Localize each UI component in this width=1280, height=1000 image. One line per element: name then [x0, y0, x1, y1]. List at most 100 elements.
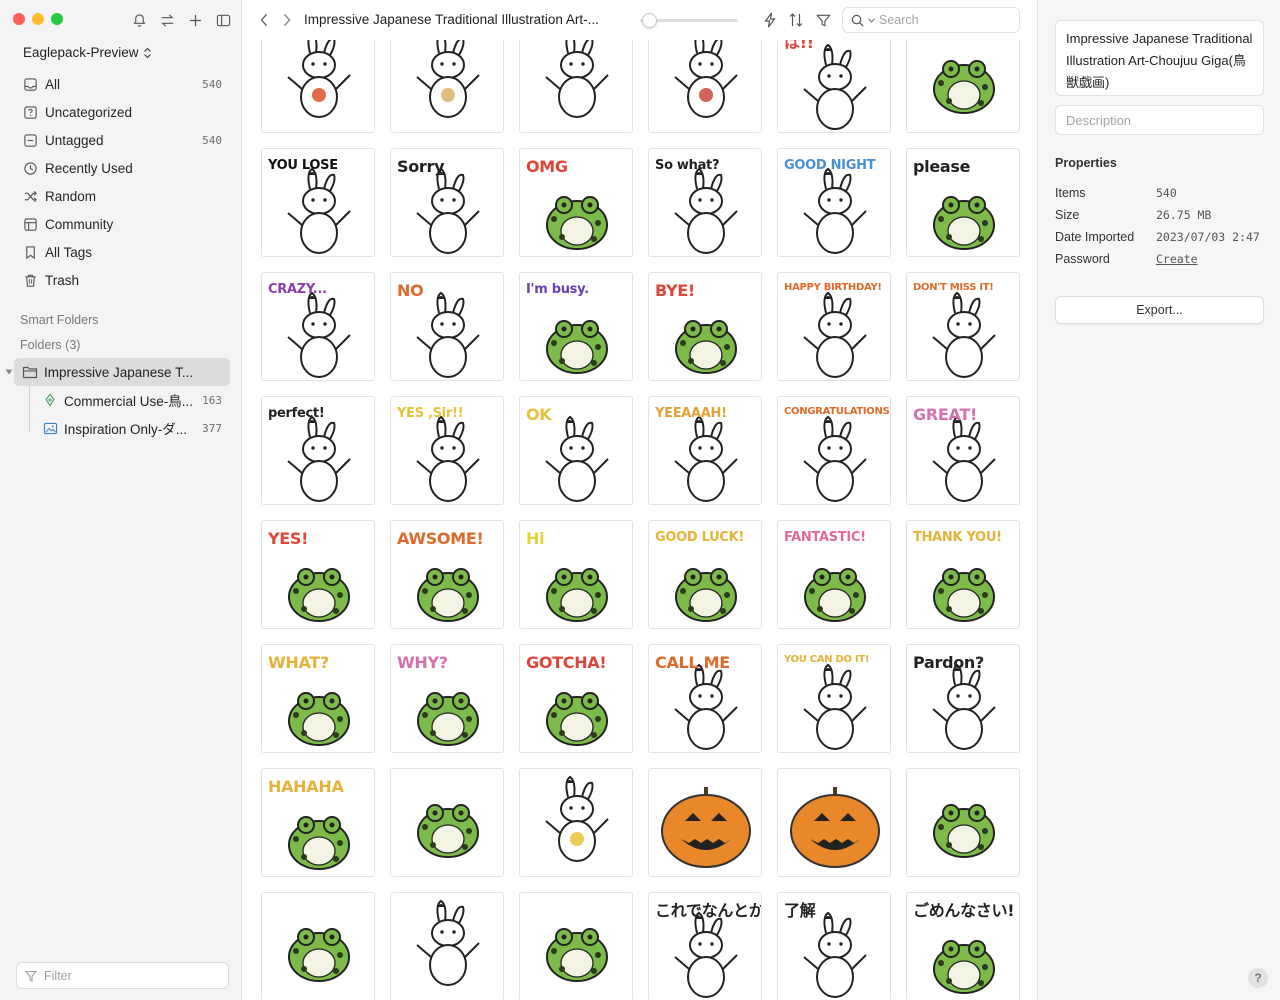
- asset-thumbnail[interactable]: Pardon?: [906, 644, 1020, 753]
- close-window-button[interactable]: [13, 13, 25, 25]
- search-input[interactable]: [879, 13, 999, 27]
- asset-thumbnail[interactable]: GOTCHA!: [519, 644, 633, 753]
- asset-thumbnail[interactable]: [648, 768, 762, 877]
- asset-thumbnail[interactable]: [519, 40, 633, 133]
- sidebar-item-recently-used[interactable]: Recently Used: [14, 154, 230, 182]
- asset-thumbnail[interactable]: は!!: [777, 40, 891, 133]
- disclosure-triangle-icon[interactable]: [5, 368, 13, 376]
- asset-thumbnail[interactable]: [519, 892, 633, 1000]
- asset-thumbnail[interactable]: YEEAAAH!: [648, 396, 762, 505]
- asset-thumbnail[interactable]: [261, 40, 375, 133]
- sticker-illustration: [933, 804, 995, 858]
- asset-thumbnail[interactable]: BYE!: [648, 272, 762, 381]
- export-button[interactable]: Export...: [1055, 296, 1264, 324]
- sidebar-toggle-icon[interactable]: [214, 11, 232, 29]
- asset-thumbnail[interactable]: 了解: [777, 892, 891, 1000]
- sidebar-item-uncategorized[interactable]: Uncategorized: [14, 98, 230, 126]
- asset-thumbnail[interactable]: AWSOME!: [390, 520, 504, 629]
- filter-field[interactable]: Filter: [16, 962, 229, 989]
- sidebar-item-label: Uncategorized: [45, 104, 133, 120]
- asset-thumbnail[interactable]: perfect!: [261, 396, 375, 505]
- thumbnail-size-slider[interactable]: [640, 13, 738, 28]
- smart-folders-header[interactable]: Smart Folders: [20, 313, 99, 327]
- asset-thumbnail[interactable]: GOOD LUCK!: [648, 520, 762, 629]
- asset-thumbnail[interactable]: OMG: [519, 148, 633, 257]
- asset-thumbnail[interactable]: CONGRATULATIONS!: [777, 396, 891, 505]
- help-button[interactable]: ?: [1248, 968, 1268, 988]
- sidebar-item-all[interactable]: All 540: [14, 70, 230, 98]
- asset-thumbnail[interactable]: WHY?: [390, 644, 504, 753]
- sidebar-item-random[interactable]: Random: [14, 182, 230, 210]
- sidebar-item-community[interactable]: Community: [14, 210, 230, 238]
- sticker-caption: CONGRATULATIONS!: [784, 406, 891, 417]
- sticker-caption: So what?: [655, 158, 720, 173]
- asset-thumbnail[interactable]: THANK YOU!: [906, 520, 1020, 629]
- asset-thumbnail[interactable]: YOU CAN DO IT!: [777, 644, 891, 753]
- folders-header[interactable]: Folders (3): [20, 338, 80, 352]
- asset-thumbnail[interactable]: WHAT?: [261, 644, 375, 753]
- asset-thumbnail[interactable]: GOOD NIGHT: [777, 148, 891, 257]
- sticker-caption: please: [913, 157, 971, 176]
- create-password-link[interactable]: Create: [1156, 252, 1198, 266]
- folder-item-impressive-japanese[interactable]: Impressive Japanese T...: [14, 358, 230, 386]
- asset-thumbnail[interactable]: DON'T MISS IT!: [906, 272, 1020, 381]
- sticker-caption: ごめんなさい!: [913, 901, 1015, 920]
- subfolder-item-inspiration-only[interactable]: Inspiration Only-ダ... 377: [34, 414, 230, 442]
- plus-icon[interactable]: [186, 11, 204, 29]
- inbox-icon: [22, 76, 38, 92]
- minimize-window-button[interactable]: [32, 13, 44, 25]
- asset-thumbnail[interactable]: GREAT!: [906, 396, 1020, 505]
- asset-thumbnail[interactable]: [261, 892, 375, 1000]
- zoom-window-button[interactable]: [51, 13, 63, 25]
- asset-thumbnail[interactable]: [390, 40, 504, 133]
- sidebar-item-all-tags[interactable]: All Tags: [14, 238, 230, 266]
- sidebar-item-trash[interactable]: Trash: [14, 266, 230, 294]
- asset-thumbnail[interactable]: NO: [390, 272, 504, 381]
- asset-thumbnail[interactable]: CALL ME: [648, 644, 762, 753]
- asset-thumbnail[interactable]: YOU LOSE: [261, 148, 375, 257]
- sticker-caption: GOOD NIGHT: [784, 158, 876, 173]
- asset-thumbnail[interactable]: HAHAHA: [261, 768, 375, 877]
- asset-thumbnail[interactable]: [519, 768, 633, 877]
- asset-thumbnail[interactable]: please: [906, 148, 1020, 257]
- library-switcher[interactable]: Eaglepack-Preview: [23, 45, 152, 60]
- asset-thumbnail[interactable]: [648, 40, 762, 133]
- filter-funnel-icon[interactable]: [814, 11, 832, 29]
- nav-list: All 540 Uncategorized Untagged 540 Recen…: [14, 70, 230, 294]
- subfolder-label: Inspiration Only-ダ...: [64, 422, 188, 437]
- asset-thumbnail[interactable]: CRAZY...: [261, 272, 375, 381]
- asset-thumbnail[interactable]: [390, 892, 504, 1000]
- chevron-down-icon[interactable]: [868, 17, 875, 23]
- slider-knob[interactable]: [642, 13, 658, 28]
- subfolder-item-commercial-use[interactable]: Commercial Use-鳥... 163: [34, 386, 230, 414]
- back-chevron-icon[interactable]: [255, 11, 273, 29]
- description-field[interactable]: Description: [1055, 105, 1264, 135]
- asset-thumbnail[interactable]: [390, 768, 504, 877]
- asset-thumbnail[interactable]: [906, 768, 1020, 877]
- sticker-caption: HAPPY BIRTHDAY!: [784, 282, 882, 293]
- swap-icon[interactable]: [158, 11, 176, 29]
- asset-thumbnail[interactable]: HAPPY BIRTHDAY!: [777, 272, 891, 381]
- lightning-filter-icon[interactable]: [761, 11, 779, 29]
- asset-thumbnail[interactable]: OK: [519, 396, 633, 505]
- asset-thumbnail[interactable]: Sorry: [390, 148, 504, 257]
- folder-name-field[interactable]: Impressive Japanese Traditional Illustra…: [1055, 20, 1264, 96]
- asset-thumbnail[interactable]: YES!: [261, 520, 375, 629]
- asset-thumbnail[interactable]: [777, 768, 891, 877]
- sidebar-item-untagged[interactable]: Untagged 540: [14, 126, 230, 154]
- asset-thumbnail[interactable]: So what?: [648, 148, 762, 257]
- sidebar-item-label: Untagged: [45, 132, 104, 148]
- asset-grid-area: は!! YOU LOSE Sorry OMG So what? GOOD NIGHT ple…: [243, 40, 1037, 1000]
- asset-thumbnail[interactable]: I'm busy.: [519, 272, 633, 381]
- asset-thumbnail[interactable]: FANTASTIC!: [777, 520, 891, 629]
- asset-thumbnail[interactable]: Hi: [519, 520, 633, 629]
- sort-icon[interactable]: [787, 11, 805, 29]
- asset-thumbnail[interactable]: YES ,Sir!!: [390, 396, 504, 505]
- search-field[interactable]: [842, 7, 1020, 33]
- asset-thumbnail[interactable]: ごめんなさい!: [906, 892, 1020, 1000]
- bell-icon[interactable]: [130, 11, 148, 29]
- main-toolbar: Impressive Japanese Traditional Illustra…: [243, 0, 1037, 40]
- asset-thumbnail[interactable]: これでなんとか: [648, 892, 762, 1000]
- asset-thumbnail[interactable]: [906, 40, 1020, 133]
- forward-chevron-icon[interactable]: [278, 11, 296, 29]
